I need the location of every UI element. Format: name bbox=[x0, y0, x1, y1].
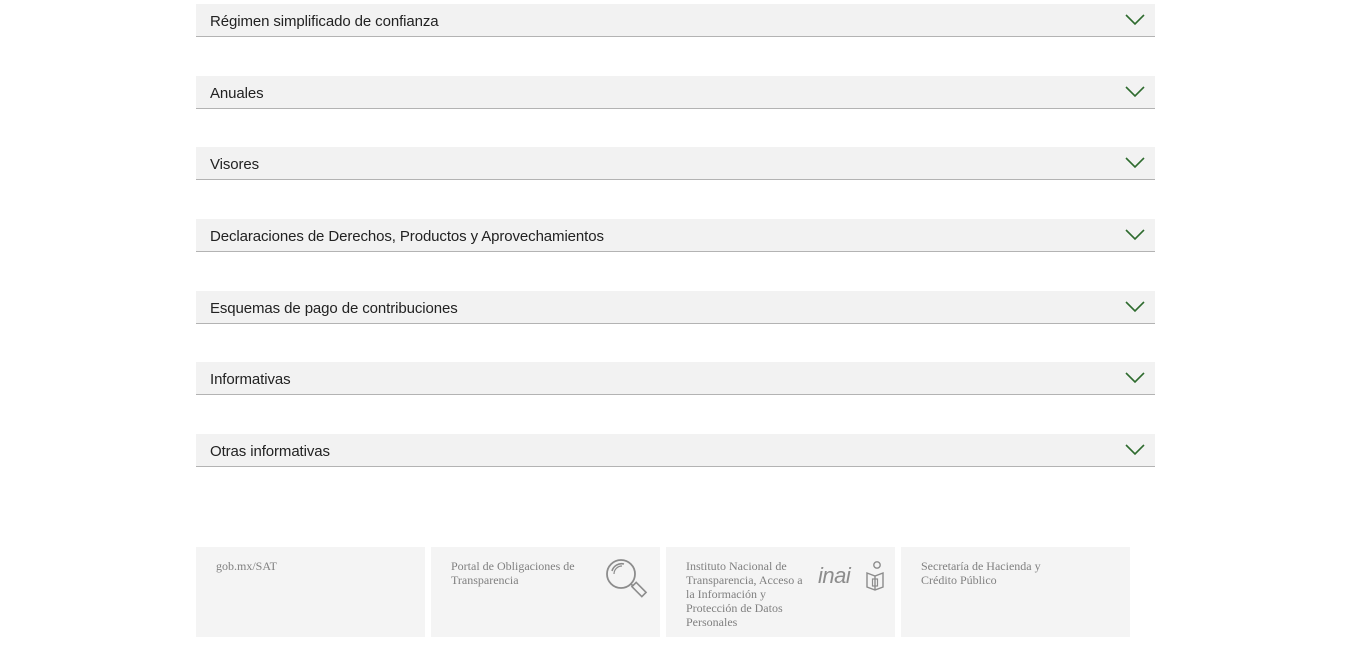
footer-link-text: Secretaría de Hacienda y Crédito Público bbox=[921, 559, 1041, 587]
magnifier-icon bbox=[606, 559, 648, 598]
accordion-label: Visores bbox=[210, 156, 260, 173]
accordion-label: Régimen simplificado de confianza bbox=[210, 13, 439, 30]
footer-link-inai[interactable]: Instituto Nacional de Transparencia, Acc… bbox=[666, 547, 895, 637]
accordion-label: Otras informativas bbox=[210, 443, 330, 460]
accordion-regimen-simplificado[interactable]: Régimen simplificado de confianza bbox=[196, 4, 1155, 37]
footer: gob.mx/SAT Portal de Obligaciones de Tra… bbox=[196, 547, 1130, 637]
accordion-anuales[interactable]: Anuales bbox=[196, 76, 1155, 109]
footer-link-text: Portal de Obligaciones de Transparencia bbox=[451, 559, 575, 587]
chevron-down-icon bbox=[1125, 372, 1145, 384]
footer-link-text: Instituto Nacional de Transparencia, Acc… bbox=[686, 559, 803, 629]
chevron-down-icon bbox=[1125, 229, 1145, 241]
accordion-esquemas-pago[interactable]: Esquemas de pago de contribuciones bbox=[196, 291, 1155, 324]
accordion-label: Declaraciones de Derechos, Productos y A… bbox=[210, 228, 604, 245]
accordion-declaraciones-derechos[interactable]: Declaraciones de Derechos, Productos y A… bbox=[196, 219, 1155, 252]
chevron-down-icon bbox=[1125, 301, 1145, 313]
inai-figure-icon bbox=[866, 561, 884, 591]
chevron-down-icon bbox=[1125, 86, 1145, 98]
footer-link-text: gob.mx/SAT bbox=[216, 559, 278, 573]
chevron-down-icon bbox=[1125, 14, 1145, 26]
footer-link-transparencia[interactable]: Portal de Obligaciones de Transparencia bbox=[431, 547, 660, 637]
chevron-down-icon bbox=[1125, 444, 1145, 456]
footer-link-gob-sat[interactable]: gob.mx/SAT bbox=[196, 547, 425, 637]
accordion-label: Anuales bbox=[210, 85, 264, 102]
accordion-label: Informativas bbox=[210, 371, 291, 388]
accordion-otras-informativas[interactable]: Otras informativas bbox=[196, 434, 1155, 467]
inai-logo: inai bbox=[818, 561, 886, 593]
accordion-label: Esquemas de pago de contribuciones bbox=[210, 300, 458, 317]
accordion-informativas[interactable]: Informativas bbox=[196, 362, 1155, 395]
chevron-down-icon bbox=[1125, 157, 1145, 169]
accordion-visores[interactable]: Visores bbox=[196, 147, 1155, 180]
footer-link-shcp[interactable]: Secretaría de Hacienda y Crédito Público bbox=[901, 547, 1130, 637]
